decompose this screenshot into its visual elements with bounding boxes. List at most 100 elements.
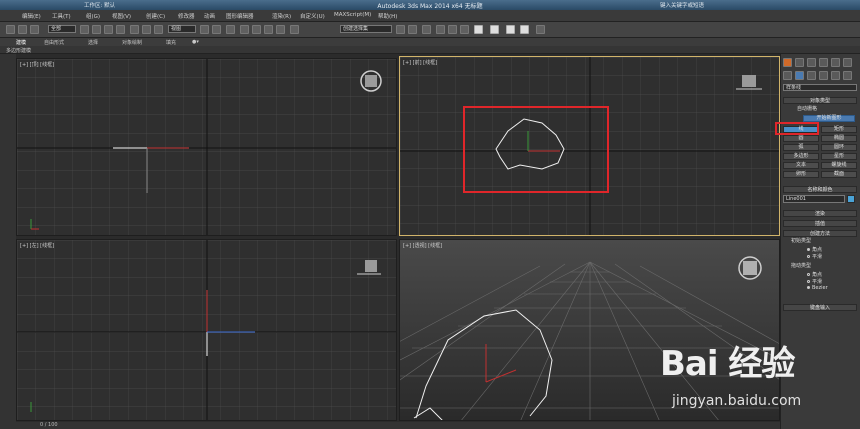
select-move-icon[interactable] bbox=[130, 25, 139, 34]
window-crossing-icon[interactable] bbox=[116, 25, 125, 34]
highlight-box-front bbox=[463, 106, 609, 193]
viewport-top[interactable]: [+] [顶] [线框] bbox=[16, 58, 397, 236]
named-selection-dropdown[interactable]: 创建选择集 bbox=[340, 25, 392, 33]
graphite-icon[interactable] bbox=[436, 25, 445, 34]
lights-icon[interactable] bbox=[807, 71, 816, 80]
shape-button-arc[interactable]: 弧 bbox=[783, 144, 819, 151]
manipulate-icon[interactable] bbox=[212, 25, 221, 34]
shape-button-rectangle[interactable]: 矩形 bbox=[821, 126, 857, 133]
ribbon-subtitle[interactable]: 多边形建模 bbox=[6, 47, 31, 54]
select-scale-icon[interactable] bbox=[154, 25, 163, 34]
menu-customize[interactable]: 自定义(U) bbox=[300, 12, 325, 20]
select-by-name-icon[interactable] bbox=[92, 25, 101, 34]
menu-maxscript[interactable]: MAXScript(M) bbox=[334, 12, 371, 18]
menu-create[interactable]: 创建(C) bbox=[146, 12, 165, 20]
layer-explorer-icon[interactable] bbox=[422, 25, 431, 34]
menu-rendering[interactable]: 渲染(R) bbox=[272, 12, 291, 20]
start-new-shape-button[interactable]: 开始新图形 bbox=[803, 115, 855, 122]
redo-icon[interactable] bbox=[18, 25, 27, 34]
material-editor-icon[interactable] bbox=[474, 25, 483, 34]
rect-selection-icon[interactable] bbox=[104, 25, 113, 34]
initial-corner-radio[interactable]: 角点 bbox=[807, 246, 822, 253]
shape-button-donut[interactable]: 圆环 bbox=[821, 144, 857, 151]
ribbon-tab-freeform[interactable]: 自由形式 bbox=[44, 39, 64, 46]
edit-named-sel-icon[interactable] bbox=[290, 25, 299, 34]
viewport-perspective-label[interactable]: [+] [透视] [线框] bbox=[403, 242, 442, 249]
systems-icon[interactable] bbox=[843, 71, 852, 80]
ribbon-tab-modeling[interactable]: 建模 bbox=[16, 39, 26, 46]
menu-help[interactable]: 帮助(H) bbox=[378, 12, 397, 20]
keyboard-entry-header[interactable]: 键盘输入 bbox=[783, 304, 857, 311]
ribbon-tab-object-paint[interactable]: 对象绘制 bbox=[122, 39, 142, 46]
menu-group[interactable]: 组(G) bbox=[86, 12, 100, 20]
viewport-left[interactable]: [+] [左] [线框] bbox=[16, 239, 397, 421]
drag-corner-radio[interactable]: 角点 bbox=[807, 271, 822, 278]
percent-snap-icon[interactable] bbox=[264, 25, 273, 34]
select-rotate-icon[interactable] bbox=[142, 25, 151, 34]
menu-animation[interactable]: 动画 bbox=[204, 12, 215, 20]
schematic-view-icon[interactable] bbox=[460, 25, 469, 34]
shape-button-star[interactable]: 星形 bbox=[821, 153, 857, 160]
select-object-icon[interactable] bbox=[80, 25, 89, 34]
category-dropdown[interactable]: 样条线 bbox=[783, 84, 857, 91]
menu-tools[interactable]: 工具(T) bbox=[52, 12, 71, 20]
auto-grid-checkbox[interactable]: 自动栅格 bbox=[783, 106, 857, 112]
interpolation-header[interactable]: 插值 bbox=[783, 220, 857, 227]
utilities-tab-icon[interactable] bbox=[843, 58, 852, 67]
display-tab-icon[interactable] bbox=[831, 58, 840, 67]
align-icon[interactable] bbox=[408, 25, 417, 34]
viewport-front[interactable]: [+] [前] [线框] bbox=[399, 56, 780, 236]
undo-icon[interactable] bbox=[6, 25, 15, 34]
snap-toggle-icon[interactable] bbox=[240, 25, 249, 34]
spinner-snap-icon[interactable] bbox=[276, 25, 285, 34]
keyboard-shortcut-icon[interactable] bbox=[226, 25, 235, 34]
shape-button-circle[interactable]: 圆 bbox=[783, 135, 819, 142]
name-color-header[interactable]: 名称和颜色 bbox=[783, 186, 857, 193]
motion-tab-icon[interactable] bbox=[819, 58, 828, 67]
render-setup-icon[interactable] bbox=[490, 25, 499, 34]
drag-bezier-radio[interactable]: Bezier bbox=[807, 285, 828, 291]
rendering-header[interactable]: 渲染 bbox=[783, 210, 857, 217]
time-slider-bar[interactable]: 0 / 100 bbox=[0, 422, 780, 429]
cameras-icon[interactable] bbox=[819, 71, 828, 80]
menu-modifiers[interactable]: 修改器 bbox=[178, 12, 195, 20]
link-icon[interactable] bbox=[30, 25, 39, 34]
angle-snap-icon[interactable] bbox=[252, 25, 261, 34]
create-tab-icon[interactable] bbox=[783, 58, 792, 67]
object-color-swatch[interactable] bbox=[847, 195, 855, 203]
teapot-icon[interactable] bbox=[536, 25, 545, 34]
viewport-left-label[interactable]: [+] [左] [线框] bbox=[20, 242, 54, 249]
shapes-icon[interactable] bbox=[795, 71, 804, 80]
menu-graph-editors[interactable]: 图形编辑器 bbox=[226, 12, 254, 20]
object-type-header[interactable]: 对象类型 bbox=[783, 97, 857, 104]
rendered-frame-icon[interactable] bbox=[506, 25, 515, 34]
mirror-icon[interactable] bbox=[396, 25, 405, 34]
selection-filter-dropdown[interactable]: 全部 bbox=[48, 25, 76, 33]
viewport-top-label[interactable]: [+] [顶] [线框] bbox=[20, 61, 54, 68]
helpers-icon[interactable] bbox=[831, 71, 840, 80]
viewport-front-label[interactable]: [+] [前] [线框] bbox=[403, 59, 437, 66]
shape-button-helix[interactable]: 螺旋线 bbox=[821, 162, 857, 169]
curve-editor-icon[interactable] bbox=[448, 25, 457, 34]
shape-button-section[interactable]: 截面 bbox=[821, 171, 857, 178]
menu-views[interactable]: 视图(V) bbox=[112, 12, 131, 20]
drag-smooth-radio[interactable]: 平滑 bbox=[807, 278, 822, 285]
shape-button-egg[interactable]: 卵形 bbox=[783, 171, 819, 178]
ribbon-tab-selection[interactable]: 选择 bbox=[88, 39, 98, 46]
pivot-icon[interactable] bbox=[200, 25, 209, 34]
geometry-icon[interactable] bbox=[783, 71, 792, 80]
modify-tab-icon[interactable] bbox=[795, 58, 804, 67]
render-icon[interactable] bbox=[520, 25, 529, 34]
shape-button-text[interactable]: 文本 bbox=[783, 162, 819, 169]
hierarchy-tab-icon[interactable] bbox=[807, 58, 816, 67]
ribbon-options-icon[interactable]: ●▾ bbox=[192, 39, 199, 45]
initial-smooth-radio[interactable]: 平滑 bbox=[807, 253, 822, 260]
shape-button-ngon[interactable]: 多边形 bbox=[783, 153, 819, 160]
search-field[interactable]: 键入关键字或短语 bbox=[660, 1, 704, 9]
object-name-field[interactable]: Line001 bbox=[783, 195, 845, 203]
creation-method-header[interactable]: 创建方法 bbox=[783, 230, 857, 237]
menu-edit[interactable]: 编辑(E) bbox=[22, 12, 41, 20]
ribbon-tab-populate[interactable]: 填充 bbox=[166, 39, 176, 46]
shape-button-ellipse[interactable]: 椭圆 bbox=[821, 135, 857, 142]
reference-coord-dropdown[interactable]: 视图 bbox=[168, 25, 196, 33]
